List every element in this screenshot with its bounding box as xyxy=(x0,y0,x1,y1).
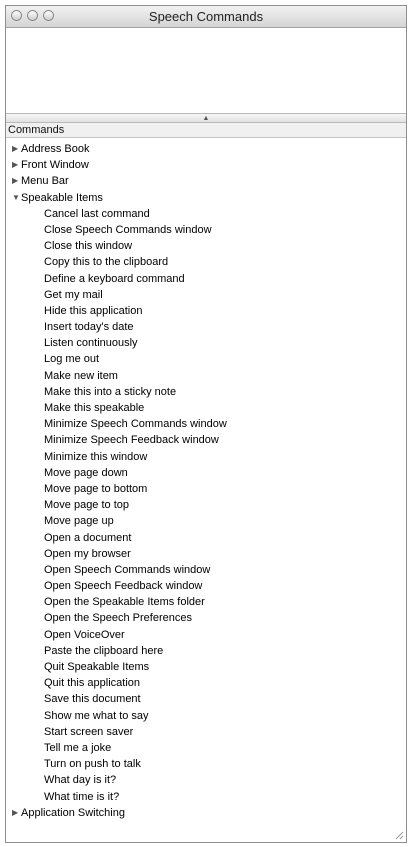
command-group-label: Menu Bar xyxy=(21,175,69,188)
command-item[interactable]: Get my mail xyxy=(6,287,406,303)
pane-splitter[interactable]: ▲ xyxy=(6,113,406,123)
command-item[interactable]: Open the Speakable Items folder xyxy=(6,594,406,610)
command-item[interactable]: Open a document xyxy=(6,530,406,546)
command-item[interactable]: Hide this application xyxy=(6,303,406,319)
splitter-grip-icon[interactable]: ▲ xyxy=(203,115,210,122)
command-item[interactable]: What time is it? xyxy=(6,789,406,805)
speech-feedback-pane xyxy=(6,28,406,113)
command-item[interactable]: Minimize Speech Commands window xyxy=(6,416,406,432)
command-item[interactable]: Make new item xyxy=(6,368,406,384)
command-item[interactable]: Minimize Speech Feedback window xyxy=(6,432,406,448)
command-item[interactable]: What day is it? xyxy=(6,772,406,788)
command-item[interactable]: Move page to bottom xyxy=(6,481,406,497)
command-item[interactable]: Listen continuously xyxy=(6,335,406,351)
command-item[interactable]: Insert today's date xyxy=(6,319,406,335)
command-item[interactable]: Paste the clipboard here xyxy=(6,643,406,659)
command-item[interactable]: Log me out xyxy=(6,351,406,367)
commands-list: ▶ Address Book ▶ Front Window ▶ Menu Bar ▼ Spea… xyxy=(6,138,406,821)
command-item[interactable]: Quit this application xyxy=(6,675,406,691)
command-item[interactable]: Save this document xyxy=(6,691,406,707)
speech-commands-window: Speech Commands ▲ Commands ▶ Address Book… xyxy=(5,5,407,843)
disclosure-triangle-right-icon[interactable]: ▶ xyxy=(12,141,20,157)
command-group-label: Application Switching xyxy=(21,806,125,819)
command-group-row[interactable]: ▶ Address Book xyxy=(6,141,406,157)
command-item[interactable]: Define a keyboard command xyxy=(6,271,406,287)
command-item[interactable]: Copy this to the clipboard xyxy=(6,254,406,270)
disclosure-triangle-right-icon[interactable]: ▶ xyxy=(12,173,20,189)
command-item[interactable]: Start screen saver xyxy=(6,724,406,740)
command-item[interactable]: Make this speakable xyxy=(6,400,406,416)
command-item[interactable]: Cancel last command xyxy=(6,206,406,222)
command-group-row[interactable]: ▼ Speakable Items xyxy=(6,190,406,206)
command-group-row[interactable]: ▶ Menu Bar xyxy=(6,173,406,189)
command-group-row[interactable]: ▶ Application Switching xyxy=(6,805,406,821)
command-item[interactable]: Quit Speakable Items xyxy=(6,659,406,675)
command-group-label: Front Window xyxy=(21,159,89,172)
command-item[interactable]: Move page to top xyxy=(6,497,406,513)
command-item[interactable]: Open my browser xyxy=(6,546,406,562)
commands-header: Commands xyxy=(6,123,406,138)
disclosure-triangle-right-icon[interactable]: ▶ xyxy=(12,805,20,821)
window-title: Speech Commands xyxy=(148,9,264,24)
disclosure-triangle-right-icon[interactable]: ▶ xyxy=(12,157,20,173)
command-group-label: Speakable Items xyxy=(21,191,103,204)
command-item[interactable]: Turn on push to talk xyxy=(6,756,406,772)
command-item[interactable]: Close this window xyxy=(6,238,406,254)
command-item[interactable]: Open Speech Commands window xyxy=(6,562,406,578)
command-item[interactable]: Show me what to say xyxy=(6,708,406,724)
title-bar[interactable]: Speech Commands xyxy=(6,6,406,28)
command-group-label: Address Book xyxy=(21,143,90,155)
resize-grip-icon[interactable] xyxy=(392,828,404,840)
command-item[interactable]: Open the Speech Preferences xyxy=(6,610,406,626)
command-item[interactable]: Open Speech Feedback window xyxy=(6,578,406,594)
command-item[interactable]: Move page down xyxy=(6,465,406,481)
command-item[interactable]: Tell me a joke xyxy=(6,740,406,756)
command-group-row[interactable]: ▶ Front Window xyxy=(6,157,406,173)
command-item[interactable]: Close Speech Commands window xyxy=(6,222,406,238)
command-item[interactable]: Minimize this window xyxy=(6,449,406,465)
disclosure-triangle-down-icon[interactable]: ▼ xyxy=(12,190,20,206)
command-item[interactable]: Open VoiceOver xyxy=(6,627,406,643)
command-item[interactable]: Make this into a sticky note xyxy=(6,384,406,400)
command-item[interactable]: Move page up xyxy=(6,513,406,529)
